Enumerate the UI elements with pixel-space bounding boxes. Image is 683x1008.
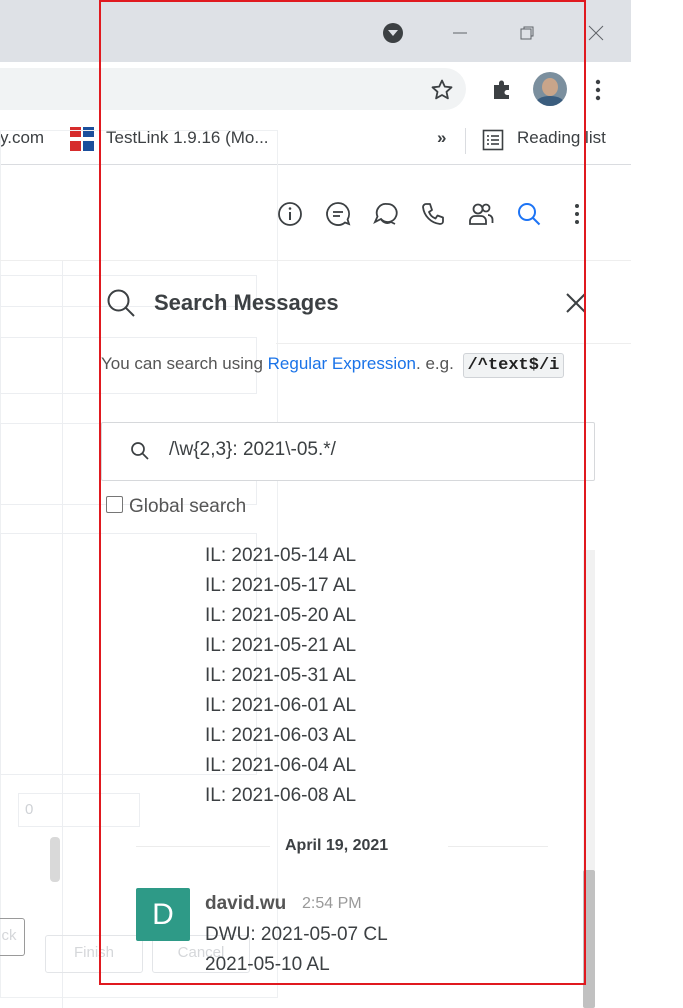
result-line: IL: 2021-05-14 AL — [205, 545, 357, 566]
bookmarks-divider — [465, 128, 466, 154]
browser-toolbar — [0, 62, 631, 118]
result-line: IL: 2021-05-31 AL — [205, 665, 357, 686]
threads-icon[interactable] — [324, 200, 352, 228]
message-line: DWU: 2021-05-07 CL — [205, 924, 388, 945]
panel-search-icon — [106, 288, 136, 323]
date-separator: April 19, 2021 — [285, 837, 389, 854]
result-line: IL: 2021-05-21 AL — [205, 635, 357, 656]
hint-prefix: You can search using — [101, 354, 268, 373]
reading-list-icon[interactable] — [482, 129, 504, 156]
background-field: 0 — [18, 793, 140, 827]
profile-avatar[interactable] — [533, 72, 567, 106]
browser-titlebar — [0, 0, 631, 62]
date-separator-line — [136, 846, 270, 847]
results-scrollbar-thumb[interactable] — [583, 870, 595, 1008]
call-icon[interactable] — [419, 200, 447, 228]
result-line: IL: 2021-05-17 AL — [205, 575, 357, 596]
chat-header-border — [0, 260, 631, 261]
minimize-icon[interactable] — [445, 18, 475, 48]
result-line: IL: 2021-05-20 AL — [205, 605, 357, 626]
room-info-icon[interactable] — [276, 200, 304, 228]
search-query-value[interactable]: /\w{2,3}: 2021\-05.*/ — [169, 439, 336, 461]
message-time: 2:54 PM — [302, 895, 362, 912]
profile-dropdown-icon[interactable] — [378, 18, 408, 48]
members-icon[interactable] — [467, 200, 495, 228]
results-scroll-track[interactable] — [583, 550, 595, 870]
background-scrollbar — [50, 837, 60, 882]
reading-list-label[interactable]: Reading list — [517, 128, 606, 148]
search-input[interactable]: /\w{2,3}: 2021\-05.*/ — [101, 422, 595, 481]
global-search-checkbox[interactable]: Global search — [106, 496, 246, 518]
background-finish-button: Finish — [45, 935, 143, 973]
search-messages-icon[interactable] — [515, 200, 543, 228]
extensions-puzzle-icon[interactable] — [490, 78, 514, 107]
background-divider — [62, 260, 63, 1008]
bookmark-star-icon[interactable] — [430, 78, 454, 107]
close-panel-icon[interactable] — [565, 292, 587, 319]
panel-header-border — [276, 343, 631, 344]
date-separator-line — [448, 846, 548, 847]
panel-title: Search Messages — [154, 290, 339, 315]
window-outside — [631, 0, 683, 1008]
restore-icon[interactable] — [512, 18, 542, 48]
message-author[interactable]: david.wu — [205, 893, 286, 915]
regex-example-code: /^text$/i — [462, 353, 565, 378]
discussion-icon[interactable] — [371, 200, 399, 228]
result-line: IL: 2021-06-01 AL — [205, 695, 357, 716]
kebab-menu-icon[interactable] — [563, 200, 591, 228]
avatar[interactable]: D — [136, 888, 190, 941]
close-window-icon[interactable] — [581, 18, 611, 48]
more-bookmarks-chevron-icon[interactable]: » — [437, 128, 446, 148]
address-bar[interactable] — [0, 68, 466, 110]
result-line: IL: 2021-06-04 AL — [205, 755, 357, 776]
global-search-label[interactable]: Global search — [129, 496, 246, 517]
background-back-button: ck — [0, 918, 25, 956]
regex-hint: You can search using Regular Expression.… — [101, 353, 565, 378]
result-line: IL: 2021-06-08 AL — [205, 785, 357, 806]
result-line: IL: 2021-06-03 AL — [205, 725, 357, 746]
checkbox-box[interactable] — [106, 496, 123, 513]
message-line: 2021-05-10 AL — [205, 954, 330, 975]
hint-mid: . e.g. — [416, 354, 459, 373]
regex-link[interactable]: Regular Expression — [268, 354, 416, 373]
browser-menu-icon[interactable] — [590, 78, 606, 107]
search-input-icon — [130, 441, 150, 466]
